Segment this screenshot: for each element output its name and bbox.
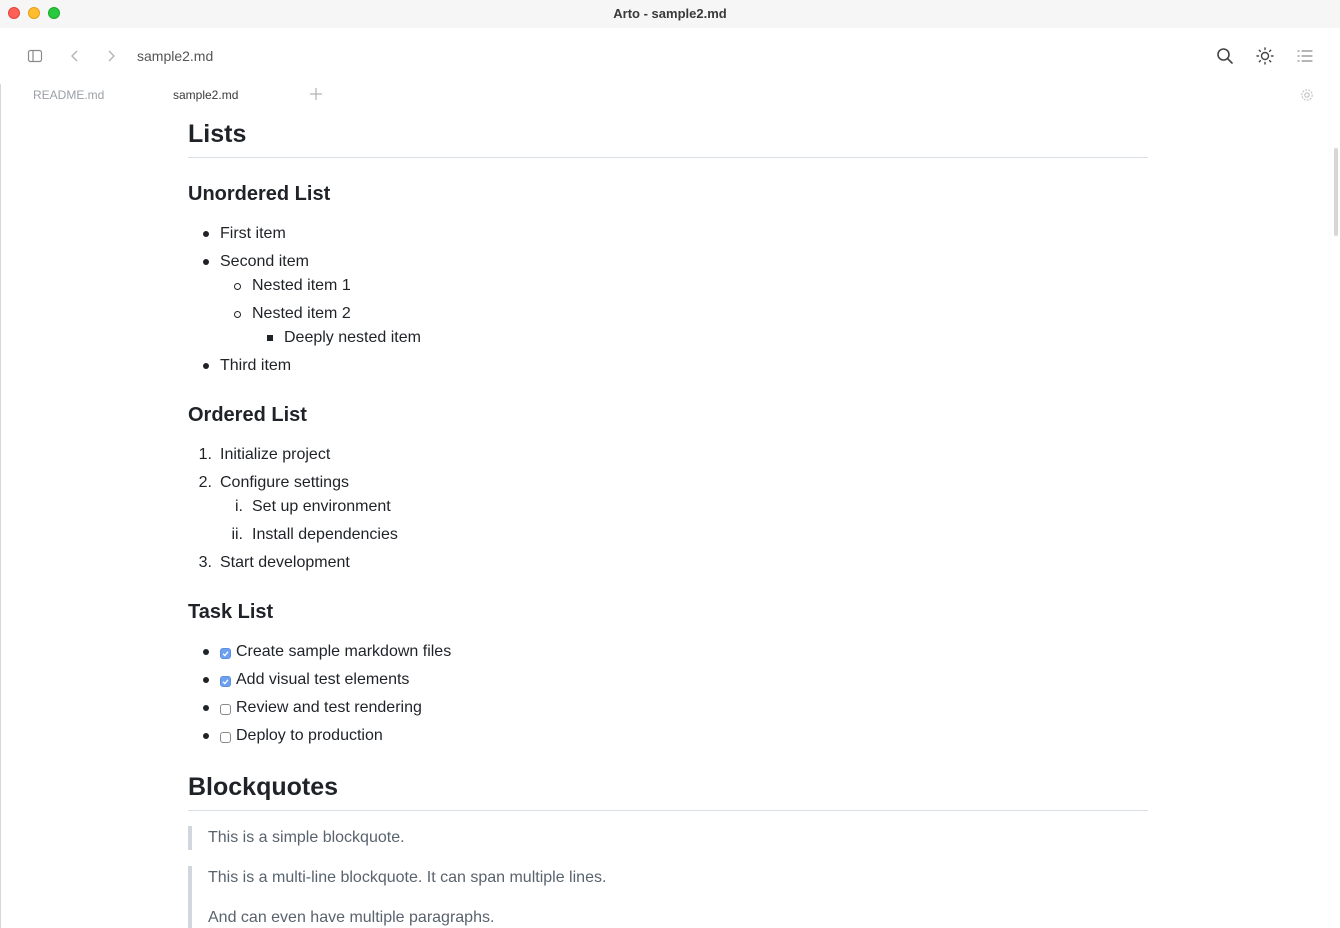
bullet: [203, 231, 209, 237]
bullet: [267, 335, 273, 341]
heading-task-list: Task List: [188, 601, 274, 623]
list-item: Third item: [220, 357, 292, 374]
task-checkbox-unchecked[interactable]: [220, 704, 231, 715]
gear-icon[interactable]: [1299, 87, 1315, 103]
blockquote-text: This is a simple blockquote.: [208, 829, 405, 846]
blockquote-bar: [188, 866, 192, 928]
list-item: Start development: [220, 554, 350, 571]
bullet: [203, 733, 209, 739]
list-item: First item: [220, 225, 286, 242]
document-name: sample2.md: [137, 48, 214, 64]
bullet: [203, 649, 209, 655]
window-frame: [0, 28, 1, 928]
task-checkbox-checked[interactable]: [220, 648, 231, 659]
list-item: Initialize project: [220, 446, 331, 463]
list-item: Nested item 1: [252, 277, 351, 294]
heading-lists: Lists: [188, 120, 1148, 158]
tab-readme[interactable]: README.md: [33, 88, 104, 102]
bullet: [234, 311, 241, 318]
list-marker: i.: [235, 498, 243, 515]
scrollbar[interactable]: [1334, 148, 1338, 236]
title-bar: Arto - sample2.md: [0, 0, 1340, 28]
task-label: Deploy to production: [236, 727, 383, 744]
bullet: [234, 283, 241, 290]
list-item: Set up environment: [252, 498, 391, 515]
bullet: [203, 363, 209, 369]
task-checkbox-unchecked[interactable]: [220, 732, 231, 743]
add-tab-icon[interactable]: [308, 86, 324, 102]
task-label: Add visual test elements: [236, 671, 410, 688]
tab-sample2[interactable]: sample2.md: [173, 88, 238, 102]
heading-unordered-list: Unordered List: [188, 183, 331, 205]
bullet: [203, 677, 209, 683]
list-item: Configure settings: [220, 474, 349, 491]
heading-blockquotes: Blockquotes: [188, 773, 1148, 811]
sidebar-toggle-icon[interactable]: [27, 48, 43, 64]
blockquote-text: This is a multi-line blockquote. It can …: [208, 869, 607, 886]
list-marker: 2.: [198, 474, 212, 491]
outline-list-icon[interactable]: [1296, 47, 1314, 65]
list-item: Nested item 2: [252, 305, 351, 322]
list-marker: 3.: [198, 554, 212, 571]
list-item: Second item: [220, 253, 309, 270]
search-icon[interactable]: [1215, 46, 1235, 66]
blockquote-text: And can even have multiple paragraphs.: [208, 909, 495, 926]
list-marker: 1.: [198, 446, 212, 463]
list-item: Deeply nested item: [284, 329, 421, 346]
forward-arrow-icon[interactable]: [103, 48, 119, 64]
task-label: Create sample markdown files: [236, 643, 452, 660]
window-title: Arto - sample2.md: [613, 6, 727, 21]
task-checkbox-checked[interactable]: [220, 676, 231, 687]
heading-ordered-list: Ordered List: [188, 404, 307, 426]
list-marker: ii.: [231, 526, 243, 543]
bullet: [203, 259, 209, 265]
theme-sun-icon[interactable]: [1255, 46, 1275, 66]
list-item: Install dependencies: [252, 526, 398, 543]
blockquote-bar: [188, 826, 192, 850]
bullet: [203, 705, 209, 711]
back-arrow-icon[interactable]: [67, 48, 83, 64]
task-label: Review and test rendering: [236, 699, 422, 716]
